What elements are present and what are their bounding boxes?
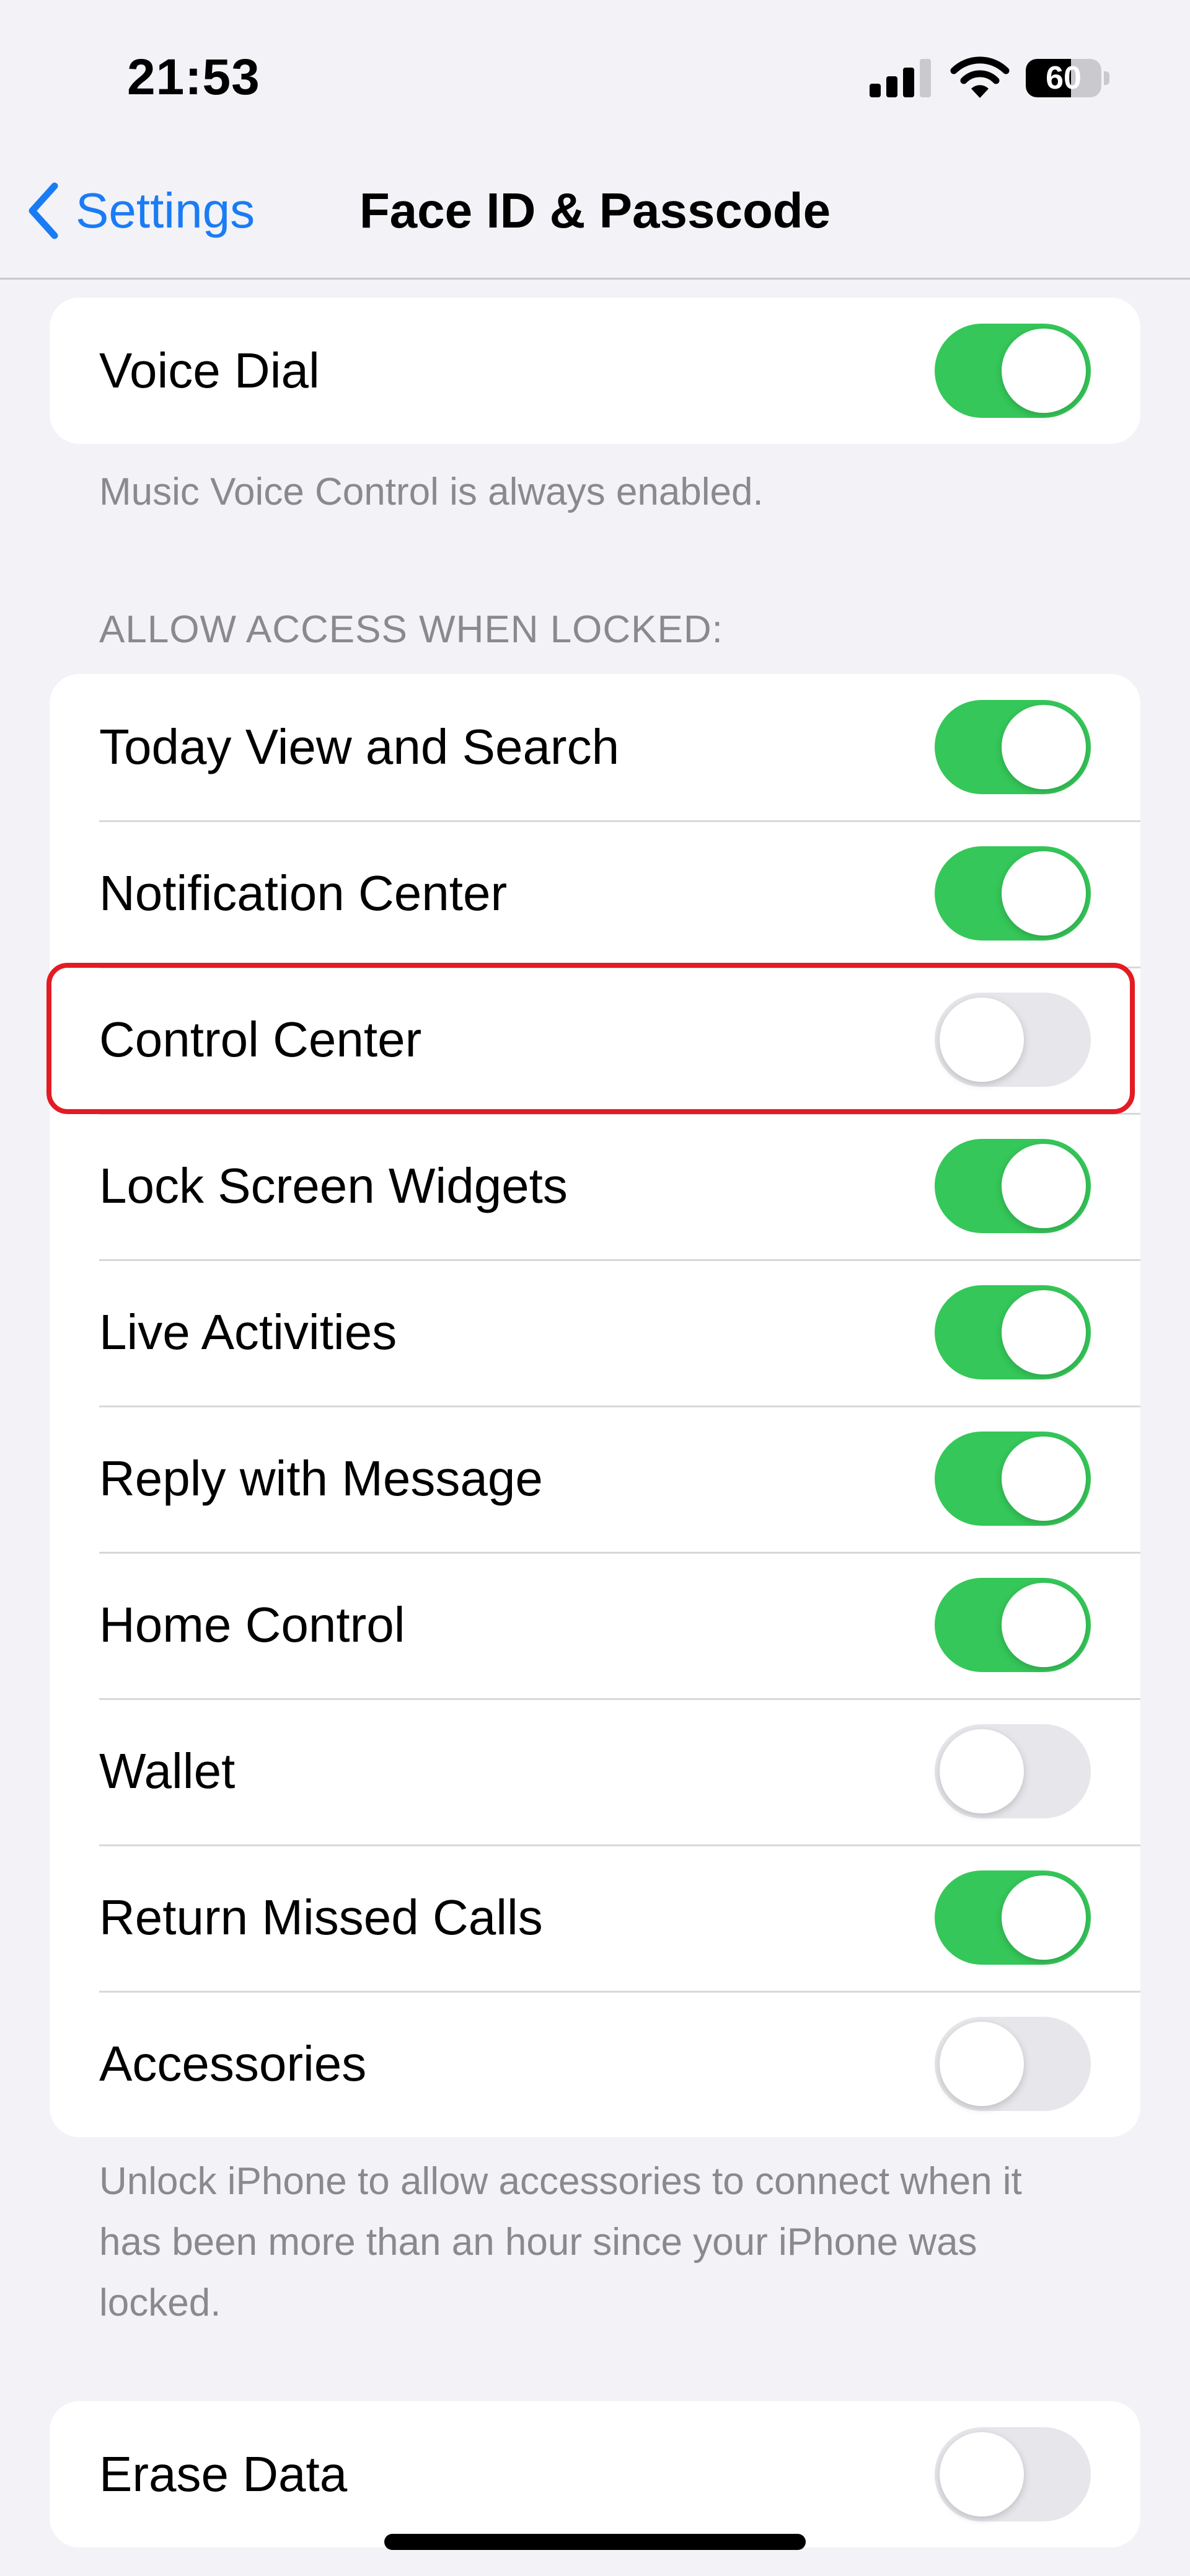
reply-with-message-label: Reply with Message [99, 1451, 543, 1506]
erase-data-row: Erase Data [50, 2401, 1140, 2547]
voice-dial-label: Voice Dial [99, 343, 320, 398]
erase-data-toggle[interactable] [935, 2427, 1091, 2521]
list-item-home-control: Home Control [50, 1552, 1140, 1698]
home-indicator [384, 2534, 806, 2550]
erase-data-label: Erase Data [99, 2446, 348, 2502]
toggle-knob [940, 2022, 1024, 2106]
battery-level: 60 [1046, 60, 1082, 96]
battery-icon: 60 [1026, 59, 1110, 97]
today-view-label: Today View and Search [99, 719, 620, 774]
list-item-wallet: Wallet [50, 1698, 1140, 1844]
list-item-lock-screen-widgets: Lock Screen Widgets [50, 1113, 1140, 1259]
today-view-toggle[interactable] [935, 700, 1091, 794]
toggle-knob [1002, 1583, 1086, 1667]
list-item-live-activities: Live Activities [50, 1259, 1140, 1405]
lock-screen-widgets-label: Lock Screen Widgets [99, 1158, 568, 1213]
status-bar: 21:53 60 [0, 0, 1190, 155]
toggle-knob [1002, 1144, 1086, 1228]
toggle-knob [1002, 329, 1086, 413]
home-control-toggle[interactable] [935, 1578, 1091, 1672]
wifi-icon [950, 56, 1010, 98]
toggle-knob [1002, 705, 1086, 789]
status-time: 21:53 [127, 49, 260, 105]
locked-access-group: Today View and Search Notification Cente… [50, 674, 1140, 2137]
live-activities-toggle[interactable] [935, 1285, 1091, 1379]
voice-dial-toggle[interactable] [935, 324, 1091, 418]
return-missed-calls-toggle[interactable] [935, 1870, 1091, 1965]
navigation-bar: Settings Face ID & Passcode [0, 155, 1190, 280]
accessories-toggle[interactable] [935, 2017, 1091, 2111]
list-item-return-missed-calls: Return Missed Calls [50, 1844, 1140, 1991]
list-item-today-view: Today View and Search [50, 674, 1140, 820]
toggle-knob [940, 1729, 1024, 1813]
toggle-knob [1002, 851, 1086, 936]
notification-center-label: Notification Center [99, 865, 508, 921]
cellular-signal-icon [870, 59, 931, 97]
live-activities-label: Live Activities [99, 1304, 397, 1360]
erase-data-group: Erase Data [50, 2401, 1140, 2547]
toggle-knob [1002, 1436, 1086, 1521]
notification-center-toggle[interactable] [935, 846, 1091, 941]
voice-dial-footer: Music Voice Control is always enabled. [99, 471, 764, 513]
accessories-label: Accessories [99, 2036, 367, 2091]
toggle-knob [940, 2432, 1024, 2516]
toggle-knob [1002, 1290, 1086, 1374]
lock-screen-widgets-toggle[interactable] [935, 1139, 1091, 1233]
highlight-box [46, 963, 1135, 1114]
battery-body: 60 [1026, 59, 1101, 97]
list-item-reply-with-message: Reply with Message [50, 1405, 1140, 1552]
toggle-knob [1002, 1875, 1086, 1960]
section-header-locked-access: ALLOW ACCESS WHEN LOCKED: [99, 608, 723, 651]
voice-dial-row: Voice Dial [50, 298, 1140, 444]
voice-dial-group: Voice Dial [50, 298, 1140, 444]
list-item-accessories: Accessories [50, 1991, 1140, 2137]
return-missed-calls-label: Return Missed Calls [99, 1890, 543, 1945]
battery-cap [1104, 71, 1109, 85]
home-control-label: Home Control [99, 1597, 405, 1652]
page-title: Face ID & Passcode [359, 183, 831, 238]
wallet-label: Wallet [99, 1743, 236, 1799]
list-item-notification-center: Notification Center [50, 820, 1140, 967]
reply-with-message-toggle[interactable] [935, 1432, 1091, 1526]
wallet-toggle[interactable] [935, 1724, 1091, 1818]
accessories-footer: Unlock iPhone to allow accessories to co… [99, 2160, 1022, 2324]
